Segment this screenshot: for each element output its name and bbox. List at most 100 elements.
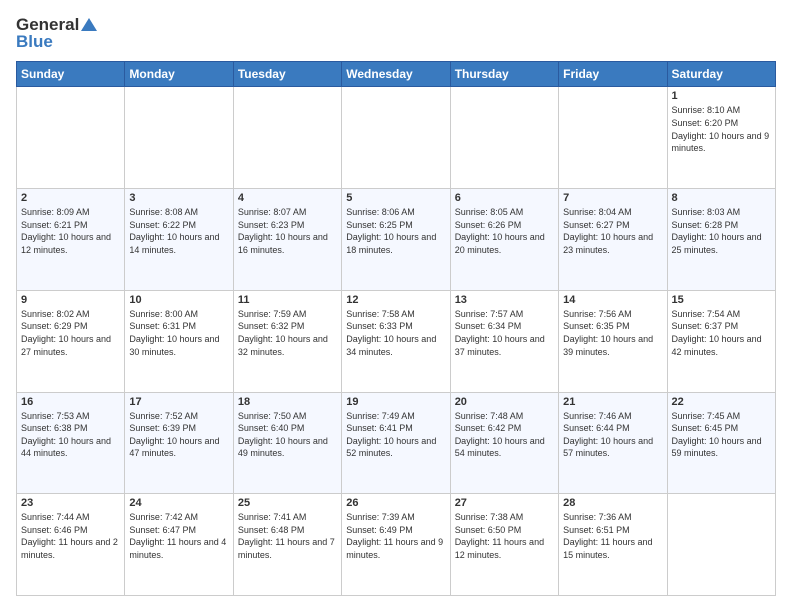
day-info: Sunrise: 8:10 AM Sunset: 6:20 PM Dayligh…	[672, 104, 771, 154]
day-info: Sunrise: 7:39 AM Sunset: 6:49 PM Dayligh…	[346, 511, 445, 561]
day-info: Sunrise: 7:44 AM Sunset: 6:46 PM Dayligh…	[21, 511, 120, 561]
day-number: 9	[21, 294, 120, 306]
calendar-cell: 23 Sunrise: 7:44 AM Sunset: 6:46 PM Dayli…	[17, 494, 125, 596]
day-number: 2	[21, 192, 120, 204]
day-info: Sunrise: 7:38 AM Sunset: 6:50 PM Dayligh…	[455, 511, 554, 561]
day-info: Sunrise: 7:59 AM Sunset: 6:32 PM Dayligh…	[238, 308, 337, 358]
calendar-cell: 9 Sunrise: 8:02 AM Sunset: 6:29 PM Daylig…	[17, 290, 125, 392]
calendar-cell: 24 Sunrise: 7:42 AM Sunset: 6:47 PM Dayli…	[125, 494, 233, 596]
day-number: 27	[455, 497, 554, 509]
day-info: Sunrise: 8:04 AM Sunset: 6:27 PM Dayligh…	[563, 206, 662, 256]
calendar-cell: 2 Sunrise: 8:09 AM Sunset: 6:21 PM Daylig…	[17, 189, 125, 291]
day-info: Sunrise: 7:53 AM Sunset: 6:38 PM Dayligh…	[21, 410, 120, 460]
day-number: 24	[129, 497, 228, 509]
calendar-cell: 3 Sunrise: 8:08 AM Sunset: 6:22 PM Daylig…	[125, 189, 233, 291]
calendar-cell: 5 Sunrise: 8:06 AM Sunset: 6:25 PM Daylig…	[342, 189, 450, 291]
calendar-cell	[17, 87, 125, 189]
logo-blue-text: Blue	[16, 33, 97, 52]
col-header-thursday: Thursday	[450, 62, 558, 87]
day-number: 21	[563, 396, 662, 408]
day-number: 17	[129, 396, 228, 408]
calendar-cell: 6Sunrise: 8:05 AM Sunset: 6:26 PM Daylig…	[450, 189, 558, 291]
day-number: 22	[672, 396, 771, 408]
calendar-cell	[125, 87, 233, 189]
day-info: Sunrise: 8:02 AM Sunset: 6:29 PM Dayligh…	[21, 308, 120, 358]
day-info: Sunrise: 7:42 AM Sunset: 6:47 PM Dayligh…	[129, 511, 228, 561]
col-header-friday: Friday	[559, 62, 667, 87]
calendar-table: SundayMondayTuesdayWednesdayThursdayFrid…	[16, 61, 776, 596]
calendar-cell: 1 Sunrise: 8:10 AM Sunset: 6:20 PM Daylig…	[667, 87, 775, 189]
day-number: 23	[21, 497, 120, 509]
day-info: Sunrise: 8:09 AM Sunset: 6:21 PM Dayligh…	[21, 206, 120, 256]
header: General Blue	[16, 16, 776, 51]
day-info: Sunrise: 8:07 AM Sunset: 6:23 PM Dayligh…	[238, 206, 337, 256]
logo-container: General Blue	[16, 16, 97, 51]
day-info: Sunrise: 7:57 AM Sunset: 6:34 PM Dayligh…	[455, 308, 554, 358]
calendar-cell: 15 Sunrise: 7:54 AM Sunset: 6:37 PM Dayli…	[667, 290, 775, 392]
day-number: 16	[21, 396, 120, 408]
calendar-cell: 21 Sunrise: 7:46 AM Sunset: 6:44 PM Dayli…	[559, 392, 667, 494]
day-info: Sunrise: 8:03 AM Sunset: 6:28 PM Dayligh…	[672, 206, 771, 256]
page: General Blue SundayMondayTuesdayWednesda…	[0, 0, 792, 612]
calendar-week-0: 1 Sunrise: 8:10 AM Sunset: 6:20 PM Daylig…	[17, 87, 776, 189]
calendar-week-4: 23 Sunrise: 7:44 AM Sunset: 6:46 PM Dayli…	[17, 494, 776, 596]
col-header-monday: Monday	[125, 62, 233, 87]
calendar-cell: 19 Sunrise: 7:49 AM Sunset: 6:41 PM Dayli…	[342, 392, 450, 494]
calendar-week-2: 9 Sunrise: 8:02 AM Sunset: 6:29 PM Daylig…	[17, 290, 776, 392]
day-number: 7	[563, 192, 662, 204]
calendar-cell	[559, 87, 667, 189]
calendar-cell: 8 Sunrise: 8:03 AM Sunset: 6:28 PM Daylig…	[667, 189, 775, 291]
calendar-week-3: 16 Sunrise: 7:53 AM Sunset: 6:38 PM Dayli…	[17, 392, 776, 494]
day-info: Sunrise: 7:49 AM Sunset: 6:41 PM Dayligh…	[346, 410, 445, 460]
day-number: 18	[238, 396, 337, 408]
calendar-cell: 14 Sunrise: 7:56 AM Sunset: 6:35 PM Dayli…	[559, 290, 667, 392]
day-info: Sunrise: 8:00 AM Sunset: 6:31 PM Dayligh…	[129, 308, 228, 358]
calendar-cell: 7 Sunrise: 8:04 AM Sunset: 6:27 PM Daylig…	[559, 189, 667, 291]
calendar-cell: 17Sunrise: 7:52 AM Sunset: 6:39 PM Dayli…	[125, 392, 233, 494]
day-number: 1	[672, 90, 771, 102]
calendar-cell: 13Sunrise: 7:57 AM Sunset: 6:34 PM Dayli…	[450, 290, 558, 392]
calendar-cell: 28 Sunrise: 7:36 AM Sunset: 6:51 PM Dayli…	[559, 494, 667, 596]
day-number: 15	[672, 294, 771, 306]
day-number: 12	[346, 294, 445, 306]
day-info: Sunrise: 8:06 AM Sunset: 6:25 PM Dayligh…	[346, 206, 445, 256]
logo: General Blue	[16, 16, 97, 51]
calendar-header-row: SundayMondayTuesdayWednesdayThursdayFrid…	[17, 62, 776, 87]
day-info: Sunrise: 7:36 AM Sunset: 6:51 PM Dayligh…	[563, 511, 662, 561]
day-number: 25	[238, 497, 337, 509]
col-header-sunday: Sunday	[17, 62, 125, 87]
calendar-week-1: 2 Sunrise: 8:09 AM Sunset: 6:21 PM Daylig…	[17, 189, 776, 291]
calendar-cell: 25 Sunrise: 7:41 AM Sunset: 6:48 PM Dayli…	[233, 494, 341, 596]
calendar-cell: 20 Sunrise: 7:48 AM Sunset: 6:42 PM Dayli…	[450, 392, 558, 494]
day-number: 19	[346, 396, 445, 408]
day-info: Sunrise: 7:50 AM Sunset: 6:40 PM Dayligh…	[238, 410, 337, 460]
calendar-cell: 4 Sunrise: 8:07 AM Sunset: 6:23 PM Daylig…	[233, 189, 341, 291]
day-number: 14	[563, 294, 662, 306]
calendar-cell: 10Sunrise: 8:00 AM Sunset: 6:31 PM Dayli…	[125, 290, 233, 392]
calendar-cell: 18 Sunrise: 7:50 AM Sunset: 6:40 PM Dayli…	[233, 392, 341, 494]
day-number: 28	[563, 497, 662, 509]
day-number: 3	[129, 192, 228, 204]
day-number: 4	[238, 192, 337, 204]
col-header-wednesday: Wednesday	[342, 62, 450, 87]
calendar-cell	[342, 87, 450, 189]
col-header-tuesday: Tuesday	[233, 62, 341, 87]
day-number: 20	[455, 396, 554, 408]
calendar-cell: 27 Sunrise: 7:38 AM Sunset: 6:50 PM Dayli…	[450, 494, 558, 596]
day-number: 5	[346, 192, 445, 204]
day-info: Sunrise: 7:54 AM Sunset: 6:37 PM Dayligh…	[672, 308, 771, 358]
calendar-cell: 22Sunrise: 7:45 AM Sunset: 6:45 PM Dayli…	[667, 392, 775, 494]
calendar-cell: 11Sunrise: 7:59 AM Sunset: 6:32 PM Dayli…	[233, 290, 341, 392]
day-info: Sunrise: 8:08 AM Sunset: 6:22 PM Dayligh…	[129, 206, 228, 256]
day-info: Sunrise: 7:46 AM Sunset: 6:44 PM Dayligh…	[563, 410, 662, 460]
day-info: Sunrise: 7:58 AM Sunset: 6:33 PM Dayligh…	[346, 308, 445, 358]
calendar-cell: 26 Sunrise: 7:39 AM Sunset: 6:49 PM Dayli…	[342, 494, 450, 596]
day-number: 26	[346, 497, 445, 509]
day-info: Sunrise: 7:48 AM Sunset: 6:42 PM Dayligh…	[455, 410, 554, 460]
day-info: Sunrise: 7:41 AM Sunset: 6:48 PM Dayligh…	[238, 511, 337, 561]
col-header-saturday: Saturday	[667, 62, 775, 87]
day-number: 8	[672, 192, 771, 204]
day-info: Sunrise: 8:05 AM Sunset: 6:26 PM Dayligh…	[455, 206, 554, 256]
day-info: Sunrise: 7:56 AM Sunset: 6:35 PM Dayligh…	[563, 308, 662, 358]
calendar-cell	[667, 494, 775, 596]
